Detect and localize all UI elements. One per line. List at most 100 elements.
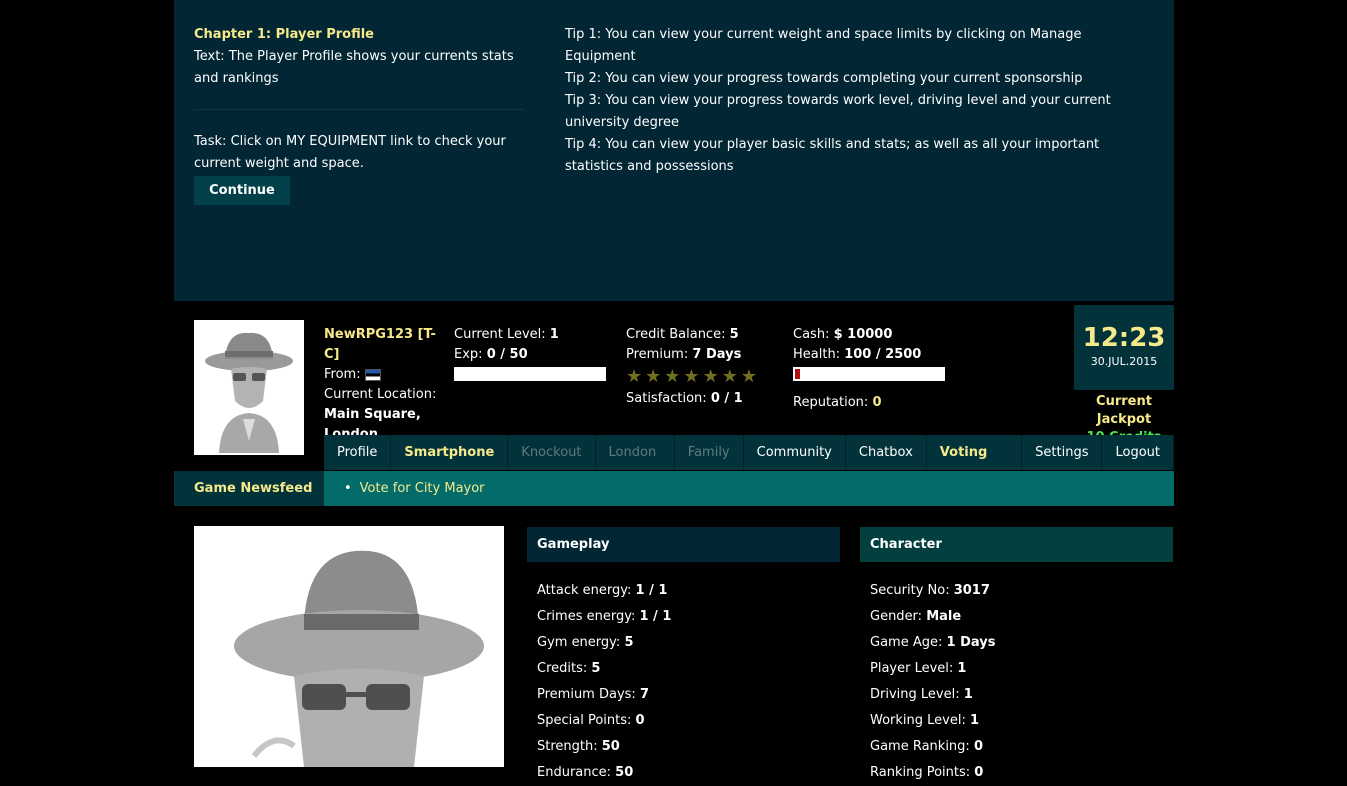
- character-panel: Character Security No: 3017 Gender: Male G…: [860, 527, 1173, 786]
- divider: [194, 109, 524, 110]
- profile-picture: [194, 526, 504, 767]
- divider: [545, 20, 546, 278]
- continue-button[interactable]: Continue: [194, 176, 290, 205]
- player-identity: NewRPG123 [T-C] From: Current Location: …: [324, 325, 444, 445]
- credit-label: Credit Balance:: [626, 327, 726, 342]
- newsfeed-item[interactable]: Vote for City Mayor: [344, 471, 485, 506]
- cash-label: Cash:: [793, 327, 830, 342]
- stat-value: 50: [601, 739, 620, 754]
- exp-progress-bar: [454, 367, 606, 381]
- cash-value: $ 10000: [833, 327, 893, 342]
- avatar[interactable]: [194, 320, 304, 455]
- premium-value: 7 Days: [692, 347, 742, 362]
- stat-row: Working Level: 1: [870, 708, 1173, 734]
- player-origin: From:: [324, 365, 444, 385]
- stat-row: Security No: 3017: [870, 578, 1173, 604]
- jackpot-label: Current Jackpot: [1096, 394, 1152, 427]
- stat-label: Player Level:: [870, 661, 954, 676]
- stat-value: 1: [963, 687, 973, 702]
- stat-row: Gym energy: 5: [537, 630, 840, 656]
- star-icon: ★: [740, 366, 760, 387]
- stat-value: 50: [615, 765, 634, 780]
- stat-label: Game Ranking:: [870, 739, 970, 754]
- stat-row: Game Age: 1 Days: [870, 630, 1173, 656]
- nav-item-family[interactable]: Family: [675, 435, 744, 470]
- credit-info: Credit Balance: 5 Premium: 7 Days ★★★★★★…: [626, 325, 786, 409]
- game-clock: 12:23 30.JUL.2015: [1074, 305, 1174, 390]
- nav-item-knockout[interactable]: Knockout: [508, 435, 596, 470]
- star-icon: ★: [664, 366, 684, 387]
- premium-label: Premium:: [626, 347, 689, 362]
- nav-item-community[interactable]: Community: [744, 435, 846, 470]
- satisfaction-label: Satisfaction:: [626, 391, 707, 406]
- stat-value: 1: [970, 713, 980, 728]
- stat-label: Credits:: [537, 661, 588, 676]
- tip: Tip 3: You can view your progress toward…: [565, 93, 1111, 130]
- health-value: 100 / 2500: [844, 347, 922, 362]
- stat-value: 5: [624, 635, 634, 650]
- location-label: Current Location:: [324, 387, 437, 402]
- tutorial-tips: Tip 1: You can view your current weight …: [565, 24, 1155, 178]
- stat-value: 0: [973, 739, 983, 754]
- nav-item-chatbox[interactable]: Chatbox: [846, 435, 927, 470]
- stat-value: 3017: [953, 583, 990, 598]
- stat-value: 1 Days: [946, 635, 996, 650]
- stat-label: Gym energy:: [537, 635, 621, 650]
- gangster-avatar-icon: [205, 332, 293, 453]
- nav-item-logout[interactable]: Logout: [1102, 435, 1174, 470]
- clock-time: 12:23: [1082, 323, 1166, 353]
- health-fill: [795, 369, 800, 379]
- character-title: Character: [860, 527, 1173, 562]
- nav-item-smartphone[interactable]: Smartphone: [391, 435, 509, 470]
- exp-value: 0 / 50: [486, 347, 528, 362]
- stat-label: Ranking Points:: [870, 765, 971, 780]
- nav-item-london-city[interactable]: London City: [596, 435, 675, 495]
- stat-label: Working Level:: [870, 713, 966, 728]
- nav-item-voting-center[interactable]: Voting Center: [927, 435, 1023, 495]
- character-stats: Security No: 3017 Gender: Male Game Age: 1…: [860, 562, 1173, 786]
- reputation-value: 0: [872, 395, 882, 410]
- satisfaction-value: 0 / 1: [710, 391, 743, 406]
- stat-label: Security No:: [870, 583, 950, 598]
- star-icon: ★: [702, 366, 722, 387]
- credit-value: 5: [729, 327, 739, 342]
- stat-row: Crimes energy: 1 / 1: [537, 604, 840, 630]
- stat-row: Premium Days: 7: [537, 682, 840, 708]
- satisfaction-stars: ★★★★★★★: [626, 367, 786, 389]
- level-label: Current Level:: [454, 327, 546, 342]
- stat-row: Player Level: 1: [870, 656, 1173, 682]
- level-info: Current Level: 1 Exp: 0 / 50: [454, 325, 614, 381]
- stat-label: Crimes energy:: [537, 609, 636, 624]
- gameplay-panel: Gameplay Attack energy: 1 / 1 Crimes ener…: [527, 527, 840, 786]
- star-icon: ★: [626, 366, 646, 387]
- tutorial-intro: Chapter 1: Player Profile Text: The Play…: [194, 24, 524, 90]
- tip: Tip 4: You can view your player basic sk…: [565, 137, 1100, 174]
- stat-label: Driving Level:: [870, 687, 960, 702]
- stat-row: Driving Level: 1: [870, 682, 1173, 708]
- stat-value: Male: [926, 609, 962, 624]
- gameplay-stats: Attack energy: 1 / 1 Crimes energy: 1 / 1…: [527, 562, 840, 786]
- stat-row: Special Points: 0: [537, 708, 840, 734]
- gameplay-title: Gameplay: [527, 527, 840, 562]
- stat-label: Endurance:: [537, 765, 612, 780]
- nav-item-profile[interactable]: Profile: [324, 435, 392, 470]
- stat-row: Ranking Points: 0: [870, 760, 1173, 786]
- stat-value: 0: [635, 713, 645, 728]
- health-progress-bar: [793, 367, 945, 381]
- stat-value: 1 / 1: [635, 583, 668, 598]
- stat-row: Credits: 5: [537, 656, 840, 682]
- stat-row: Attack energy: 1 / 1: [537, 578, 840, 604]
- stat-label: Premium Days:: [537, 687, 636, 702]
- stat-label: Game Age:: [870, 635, 943, 650]
- page: Chapter 1: Player Profile Text: The Play…: [174, 0, 1174, 780]
- tip: Tip 1: You can view your current weight …: [565, 27, 1082, 64]
- newsfeed-label: Game Newsfeed: [174, 471, 324, 506]
- stat-row: Endurance: 50: [537, 760, 840, 786]
- stat-value: 1 / 1: [639, 609, 672, 624]
- clock-date: 30.JUL.2015: [1090, 355, 1158, 368]
- stat-value: 5: [591, 661, 601, 676]
- star-icon: ★: [683, 366, 703, 387]
- player-name[interactable]: NewRPG123 [T-C]: [324, 325, 444, 365]
- stat-value: 0: [974, 765, 984, 780]
- nav-item-settings[interactable]: Settings: [1022, 435, 1103, 470]
